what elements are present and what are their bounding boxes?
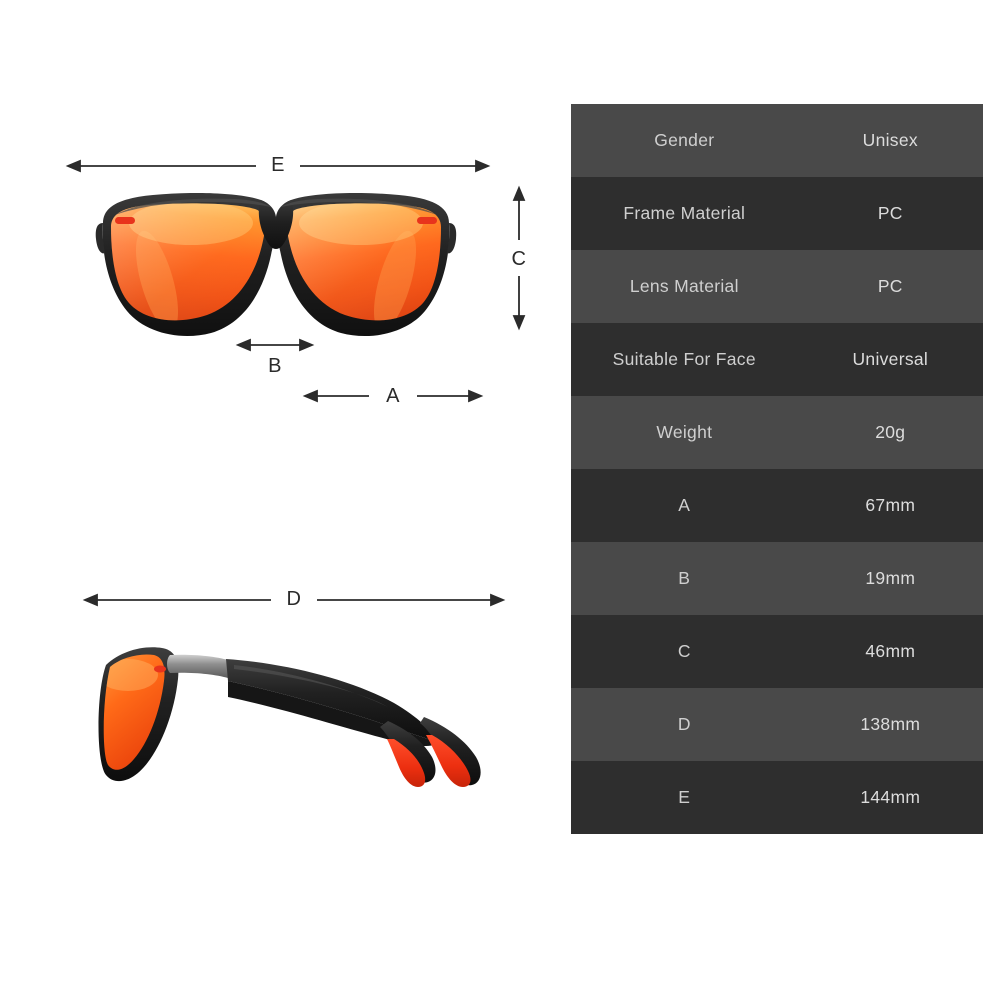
spec-key: Frame Material [623, 203, 746, 223]
spec-key: Gender [654, 130, 715, 150]
table-row: Weight 20g [571, 396, 983, 469]
diagram-panel: E C B A D [0, 0, 560, 1000]
spec-value: 20g [875, 422, 906, 442]
spec-value: 67mm [865, 495, 916, 515]
table-row: C 46mm [571, 615, 983, 688]
dimension-label-a: A [386, 385, 400, 407]
spec-key: A [678, 495, 691, 515]
spec-key: Weight [656, 422, 713, 442]
spec-value: 138mm [860, 714, 921, 734]
spec-key: B [678, 568, 691, 588]
spec-key: E [678, 787, 691, 807]
table-row: B 19mm [571, 542, 983, 615]
table-row: Gender Unisex [571, 104, 983, 177]
spec-value: Unisex [862, 130, 918, 150]
sunglasses-side-view [98, 647, 481, 787]
spec-key: C [677, 641, 691, 661]
spec-key: D [677, 714, 691, 734]
spec-value: 144mm [860, 787, 921, 807]
sunglasses-front-view [95, 193, 457, 336]
spec-value: 46mm [865, 641, 916, 661]
side-hinge-accent [154, 665, 166, 673]
specification-table: Gender Unisex Frame Material PC Lens Mat… [571, 104, 983, 834]
spec-value: Universal [852, 349, 929, 369]
spec-value: PC [877, 203, 903, 223]
spec-value: 19mm [865, 568, 916, 588]
dimension-label-e: E [271, 154, 285, 176]
table-row: A 67mm [571, 469, 983, 542]
table-row: Lens Material PC [571, 250, 983, 323]
spec-key: Suitable For Face [612, 349, 756, 369]
hinge-accent-left [115, 217, 135, 224]
table-row: D 138mm [571, 688, 983, 761]
table-row: E 144mm [571, 761, 983, 834]
table-row: Suitable For Face Universal [571, 323, 983, 396]
dimension-label-c: C [511, 248, 527, 270]
spec-key: Lens Material [629, 276, 739, 296]
spec-value: PC [877, 276, 903, 296]
table-row: Frame Material PC [571, 177, 983, 250]
dimension-label-b: B [268, 355, 282, 377]
dimension-arrow-b [235, 338, 315, 352]
hinge-accent-right [417, 217, 437, 224]
dimension-label-d: D [286, 588, 302, 610]
